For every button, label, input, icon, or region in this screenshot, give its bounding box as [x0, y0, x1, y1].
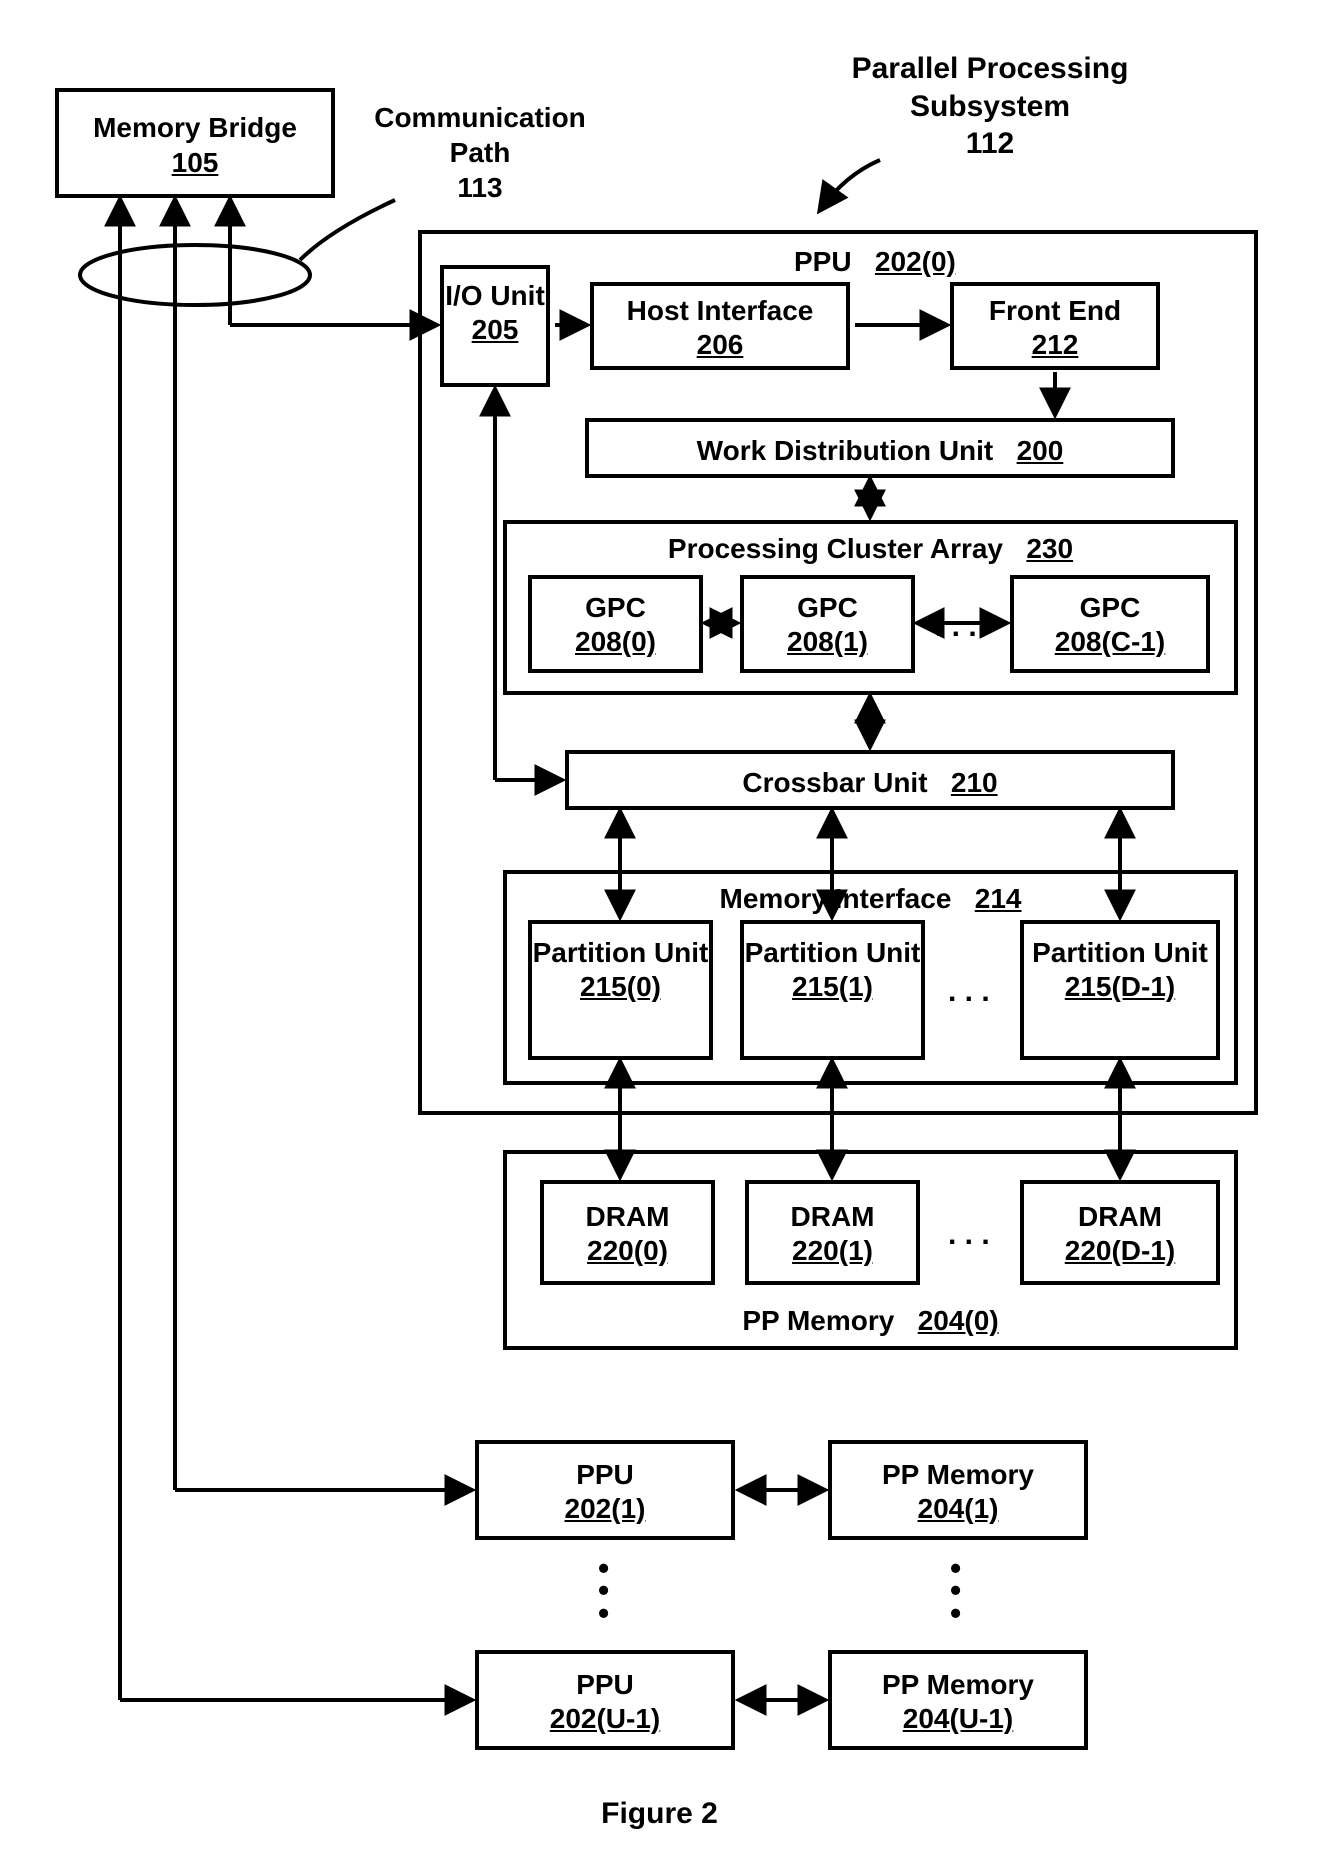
host-if-title: Host Interface [627, 295, 814, 326]
gpcn-num: 208(C-1) [1055, 626, 1165, 657]
dram-ellipsis: . . . [948, 1218, 990, 1252]
pu-ellipsis: . . . [948, 975, 990, 1009]
io-unit-num: 205 [472, 314, 519, 345]
ppmem-vdots: ••• [950, 1557, 961, 1624]
pu1-box: Partition Unit 215(1) [740, 920, 925, 1060]
ppu1-num: 202(1) [565, 1493, 646, 1524]
wdu-box: Work Distribution Unit 200 [585, 418, 1175, 478]
comm-path-label: Communication Path 113 [350, 100, 610, 205]
gpc1-title: GPC [797, 592, 858, 623]
front-end-num: 212 [1032, 329, 1079, 360]
pca-title: Processing Cluster Array [668, 533, 1003, 564]
subsystem-title: Parallel Processing Subsystem [852, 52, 1129, 123]
dn-title: DRAM [1078, 1201, 1162, 1232]
ppmem1-num: 204(1) [918, 1493, 999, 1524]
d0-box: DRAM 220(0) [540, 1180, 715, 1285]
ppmem1-title: PP Memory [882, 1459, 1034, 1490]
comm-path-title: Communication Path [374, 102, 586, 168]
ppmemn-num: 204(U-1) [903, 1703, 1013, 1734]
ppmemn-title: PP Memory [882, 1669, 1034, 1700]
pun-num: 215(D-1) [1065, 971, 1175, 1002]
d1-box: DRAM 220(1) [745, 1180, 920, 1285]
ppun-box: PPU 202(U-1) [475, 1650, 735, 1750]
crossbar-box: Crossbar Unit 210 [565, 750, 1175, 810]
memif-num: 214 [975, 883, 1022, 914]
ppmemn-box: PP Memory 204(U-1) [828, 1650, 1088, 1750]
ppu0-title: PPU [794, 246, 852, 277]
wdu-title: Work Distribution Unit [697, 435, 994, 466]
crossbar-title: Crossbar Unit [742, 767, 927, 798]
io-unit-box: I/O Unit 205 [440, 265, 550, 387]
d1-title: DRAM [791, 1201, 875, 1232]
ppmem0-title: PP Memory [742, 1305, 894, 1336]
front-end-title: Front End [989, 295, 1121, 326]
gpc-ellipsis: . . . [935, 610, 977, 644]
gpc0-box: GPC 208(0) [528, 575, 703, 673]
pun-box: Partition Unit 215(D-1) [1020, 920, 1220, 1060]
ppu-vdots: ••• [598, 1557, 609, 1624]
pu0-box: Partition Unit 215(0) [528, 920, 713, 1060]
dn-num: 220(D-1) [1065, 1235, 1175, 1266]
ppmem1-box: PP Memory 204(1) [828, 1440, 1088, 1540]
gpc0-num: 208(0) [575, 626, 656, 657]
comm-path-num: 113 [457, 172, 502, 203]
host-if-num: 206 [697, 329, 744, 360]
gpcn-title: GPC [1080, 592, 1141, 623]
ppun-num: 202(U-1) [550, 1703, 660, 1734]
pca-num: 230 [1026, 533, 1073, 564]
pu1-num: 215(1) [792, 971, 873, 1002]
dn-box: DRAM 220(D-1) [1020, 1180, 1220, 1285]
gpc1-num: 208(1) [787, 626, 868, 657]
subsystem-label: Parallel Processing Subsystem 112 [800, 50, 1180, 163]
figure-caption: Figure 2 [0, 1795, 1319, 1833]
ppmem0-num: 204(0) [918, 1305, 999, 1336]
subsystem-num: 112 [966, 127, 1014, 160]
host-if-box: Host Interface 206 [590, 282, 850, 370]
memory-bridge-box: Memory Bridge 105 [55, 88, 335, 198]
memory-bridge-title: Memory Bridge [93, 112, 297, 143]
gpc1-box: GPC 208(1) [740, 575, 915, 673]
wdu-num: 200 [1017, 435, 1064, 466]
gpcn-box: GPC 208(C-1) [1010, 575, 1210, 673]
pu0-num: 215(0) [580, 971, 661, 1002]
gpc0-title: GPC [585, 592, 646, 623]
d0-num: 220(0) [587, 1235, 668, 1266]
memif-title: Memory Interface [720, 883, 952, 914]
ppu0-num: 202(0) [875, 246, 956, 277]
memory-bridge-num: 105 [172, 147, 219, 178]
ppu1-title: PPU [576, 1459, 634, 1490]
pu0-title: Partition Unit [533, 937, 709, 968]
pun-title: Partition Unit [1032, 937, 1208, 968]
crossbar-num: 210 [951, 767, 998, 798]
front-end-box: Front End 212 [950, 282, 1160, 370]
ppu1-box: PPU 202(1) [475, 1440, 735, 1540]
io-unit-title: I/O Unit [445, 280, 545, 311]
ppun-title: PPU [576, 1669, 634, 1700]
pu1-title: Partition Unit [745, 937, 921, 968]
d0-title: DRAM [586, 1201, 670, 1232]
d1-num: 220(1) [792, 1235, 873, 1266]
